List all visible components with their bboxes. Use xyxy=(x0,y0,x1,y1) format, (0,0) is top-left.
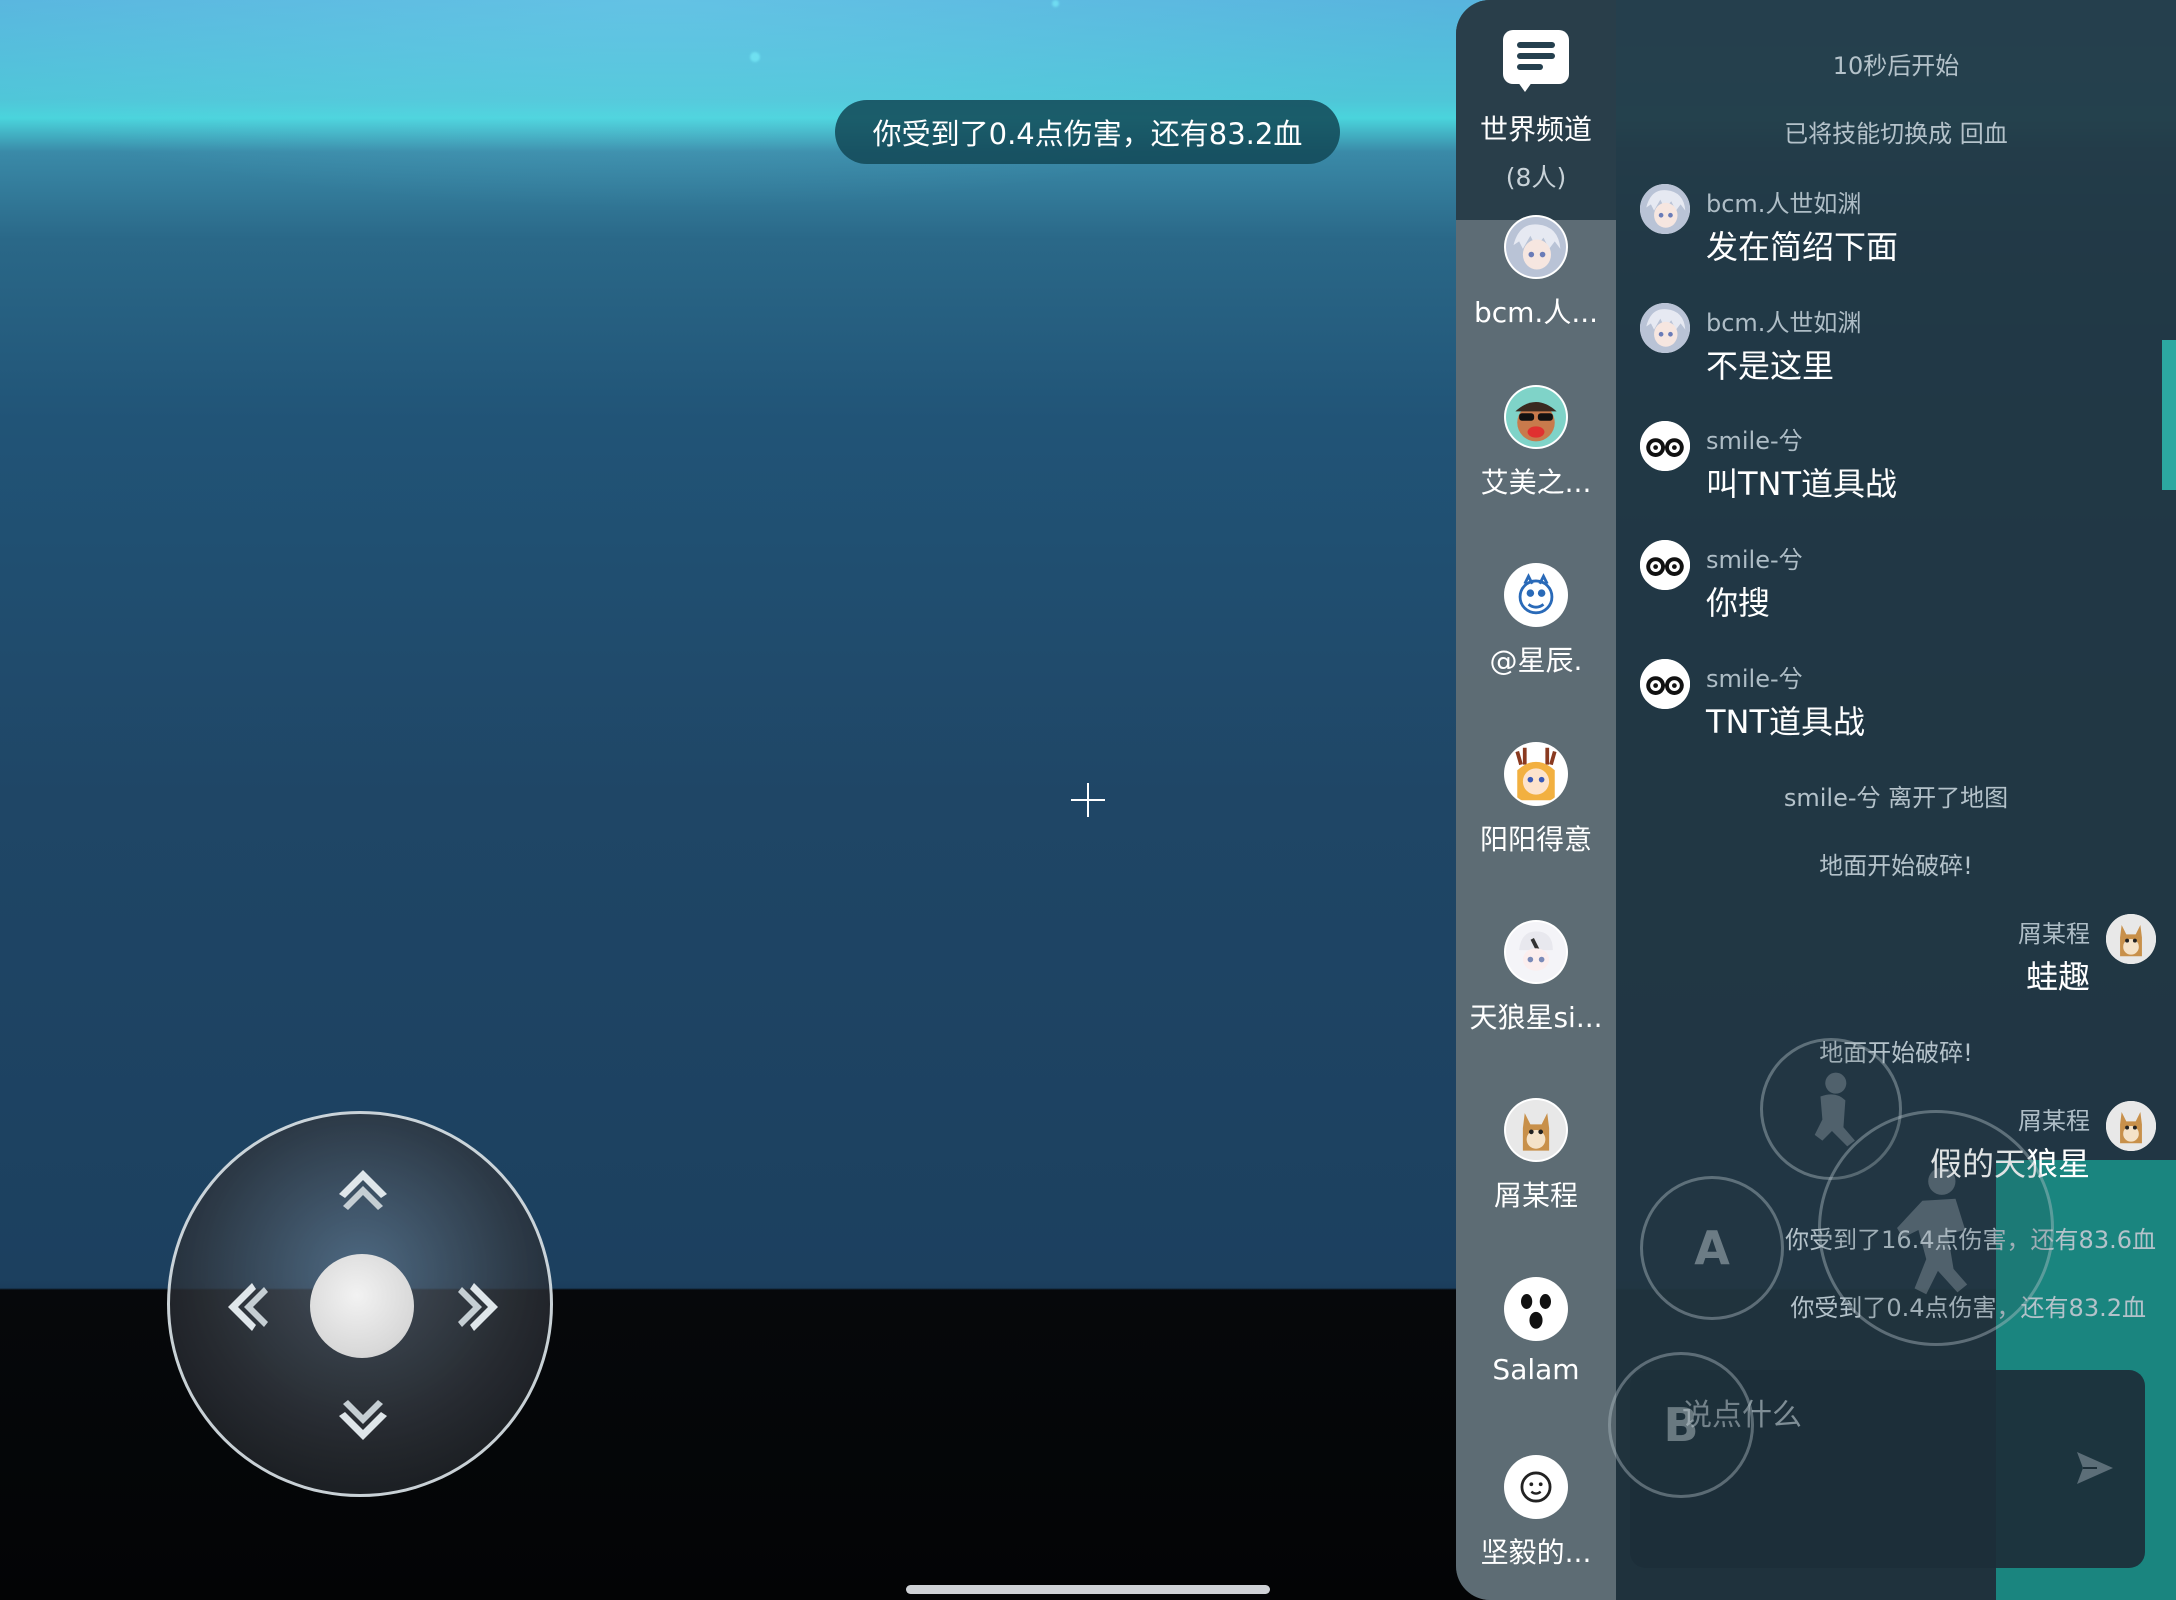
message-sender: bcm.人世如渊 xyxy=(1706,309,1862,337)
send-arrow-icon[interactable] xyxy=(2073,1446,2117,1490)
a-button-label: A xyxy=(1694,1221,1730,1275)
chat-message: bcm.人世如渊 不是这里 xyxy=(1640,303,2160,403)
message-text: 发在简绍下面 xyxy=(1706,228,1899,266)
panda-face-avatar[interactable] xyxy=(1640,421,1690,471)
particle xyxy=(1052,0,1059,7)
shiba-dog-avatar[interactable] xyxy=(2106,914,2156,964)
member-item[interactable]: 艾美之... xyxy=(1456,385,1616,535)
movement-joystick[interactable] xyxy=(167,1111,553,1497)
panda-face-avatar[interactable] xyxy=(1640,659,1690,709)
member-item[interactable]: @星辰. xyxy=(1456,563,1616,713)
message-sender: smile-兮 xyxy=(1706,665,1803,693)
chat-message: smile-兮 你搜 xyxy=(1640,540,2160,640)
arrow-right-icon xyxy=(454,1277,514,1337)
jump-button[interactable] xyxy=(1818,1110,2054,1346)
message-text: 你搜 xyxy=(1706,584,1771,622)
a-button[interactable]: A xyxy=(1640,1176,1784,1320)
b-button[interactable]: B xyxy=(1608,1352,1754,1498)
joystick-knob[interactable] xyxy=(310,1254,414,1358)
chat-bubble-icon xyxy=(1503,30,1569,94)
chat-message: smile-兮 叫TNT道具战 xyxy=(1640,421,2160,521)
member-name: 天狼星si... xyxy=(1469,1001,1603,1034)
arrow-down-icon xyxy=(333,1396,393,1456)
shiba-dog-avatar xyxy=(1504,1098,1568,1162)
cartoon-cat-avatar xyxy=(1504,563,1568,627)
anime-boy-avatar[interactable] xyxy=(1640,184,1690,234)
message-sender: smile-兮 xyxy=(1706,546,1803,574)
anime-boy-avatar xyxy=(1504,215,1568,279)
chat-panel: 世界频道 (8人) bcm.人... 艾美之... @星辰. 阳阳得意 天狼星s… xyxy=(1456,0,2176,1600)
reindeer-girl-avatar xyxy=(1504,742,1568,806)
member-name: 坚毅的... xyxy=(1480,1536,1592,1569)
member-name: 艾美之... xyxy=(1480,466,1592,499)
channel-member-count: (8人) xyxy=(1505,163,1567,192)
message-text: TNT道具战 xyxy=(1706,703,1866,741)
panda-face-avatar[interactable] xyxy=(1640,540,1690,590)
jump-figure-icon xyxy=(1897,1167,1968,1295)
anime-boy-avatar[interactable] xyxy=(1640,303,1690,353)
arrow-up-icon xyxy=(333,1154,393,1214)
member-item[interactable]: 屑某程 xyxy=(1456,1098,1616,1248)
sunglasses-kid-avatar xyxy=(1504,385,1568,449)
member-name: Salam xyxy=(1492,1353,1580,1386)
member-name: 屑某程 xyxy=(1493,1179,1578,1212)
chat-message: smile-兮 TNT道具战 xyxy=(1640,659,2160,759)
system-message: 已将技能切换成 回血 xyxy=(1784,120,2008,148)
chat-message: 屑某程 蛙趣 xyxy=(1616,914,2156,1014)
message-sender: smile-兮 xyxy=(1706,427,1803,455)
system-message: 10秒后开始 xyxy=(1832,52,1960,80)
ghost-face-avatar xyxy=(1504,1277,1568,1341)
chibi-avatar xyxy=(1504,920,1568,984)
channel-title: 世界频道 xyxy=(1479,113,1592,146)
message-sender: bcm.人世如渊 xyxy=(1706,190,1862,218)
chat-message: bcm.人世如渊 发在简绍下面 xyxy=(1640,184,2160,284)
b-button-label: B xyxy=(1663,1398,1699,1452)
world-channel-tab[interactable]: 世界频道 (8人) xyxy=(1456,0,1616,220)
message-text: 叫TNT道具战 xyxy=(1706,465,1898,503)
smile-face-avatar xyxy=(1504,1455,1568,1519)
member-item[interactable]: 坚毅的... xyxy=(1456,1455,1616,1600)
member-item[interactable]: Salam xyxy=(1456,1277,1616,1427)
particle xyxy=(750,52,760,62)
crosshair xyxy=(1071,783,1105,817)
channel-member-list[interactable]: 世界频道 (8人) bcm.人... 艾美之... @星辰. 阳阳得意 天狼星s… xyxy=(1456,0,1616,1600)
message-sender: 屑某程 xyxy=(2018,920,2090,948)
arrow-left-icon xyxy=(212,1277,272,1337)
member-item[interactable]: bcm.人... xyxy=(1456,215,1616,365)
member-item[interactable]: 天狼星si... xyxy=(1456,920,1616,1070)
member-name: @星辰. xyxy=(1489,644,1583,677)
member-item[interactable]: 阳阳得意 xyxy=(1456,742,1616,892)
system-message: 地面开始破碎! xyxy=(1819,852,1973,880)
message-text: 蛙趣 xyxy=(2025,958,2090,996)
member-name: bcm.人... xyxy=(1473,296,1599,329)
message-text: 不是这里 xyxy=(1706,347,1835,385)
member-name: 阳阳得意 xyxy=(1479,823,1592,856)
shiba-dog-avatar[interactable] xyxy=(2106,1101,2156,1151)
system-message: smile-兮 离开了地图 xyxy=(1783,784,2009,812)
home-indicator[interactable] xyxy=(906,1585,1270,1594)
damage-toast: 你受到了0.4点伤害，还有83.2血 xyxy=(835,100,1340,164)
